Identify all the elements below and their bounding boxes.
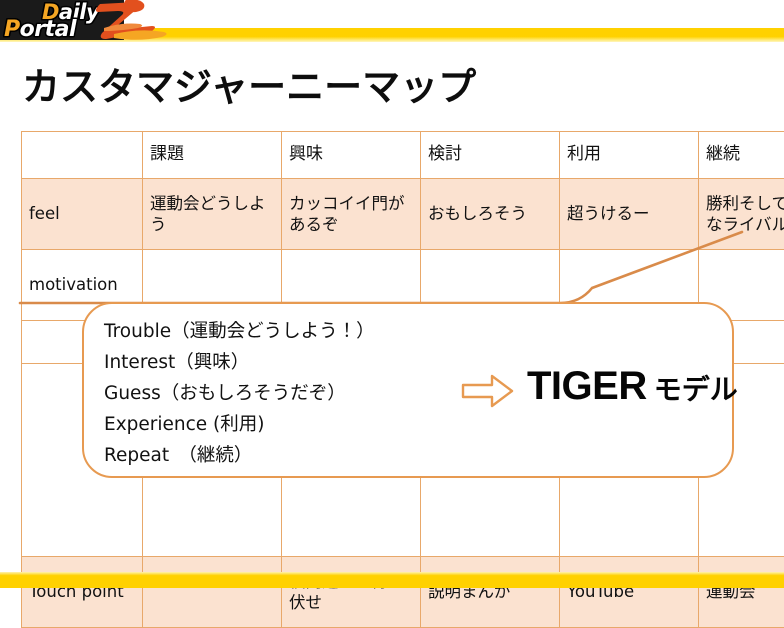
tiger-line-trouble: Trouble（運動会どうしよう！） <box>104 317 434 348</box>
tiger-line-repeat: Repeat （継続） <box>104 441 434 472</box>
table-header-row: 課題 興味 検討 利用 継続 <box>22 132 784 179</box>
tiger-model-name-en: TIGER <box>527 364 647 408</box>
logo-accent-portal: P <box>4 17 20 42</box>
touch-point-cell-3: 説明まんが <box>421 557 560 628</box>
table-row-touch-point: Touch point 校門近くで待ち伏せ 説明まんが YouTube 運動会 <box>22 557 784 628</box>
row-label-touch-point: Touch point <box>22 557 143 628</box>
header-cell-blank <box>22 132 143 179</box>
feel-cell-3: おもしろそう <box>421 179 560 250</box>
logo-z-mark-icon <box>92 0 172 44</box>
header-cell-stage-2: 興味 <box>282 132 421 179</box>
footer-yellow-stripe <box>0 572 784 588</box>
tiger-line-interest: Interest（興味） <box>104 348 434 379</box>
feel-cell-5: 勝利そして新たなライバル <box>699 179 784 250</box>
page-title: カスタマジャーニーマップ <box>22 56 476 111</box>
touch-point-cell-1 <box>143 557 282 628</box>
touch-point-cell-2: 校門近くで待ち伏せ <box>282 557 421 628</box>
row-label-feel: feel <box>22 179 143 250</box>
header-cell-stage-4: 利用 <box>560 132 699 179</box>
header-cell-stage-5: 継続 <box>699 132 784 179</box>
tiger-line-experience: Experience (利用) <box>104 410 434 441</box>
tiger-model-list: Trouble（運動会どうしよう！） Interest（興味） Guess（おも… <box>104 317 434 471</box>
tiger-model-result: TIGERモデル <box>527 364 738 409</box>
logo-accent-daily: D <box>42 0 59 24</box>
tiger-model-callout: Trouble（運動会どうしよう！） Interest（興味） Guess（おも… <box>82 302 734 478</box>
header-cell-stage-3: 検討 <box>421 132 560 179</box>
tiger-model-name-jp: モデル <box>654 373 738 406</box>
feel-cell-1: 運動会どうしよう <box>143 179 282 250</box>
feel-cell-4: 超うけるー <box>560 179 699 250</box>
tiger-line-guess: Guess（おもしろそうだぞ） <box>104 379 434 410</box>
feel-cell-2: カッコイイ門があるぞ <box>282 179 421 250</box>
touch-point-cell-5: 運動会 <box>699 557 784 628</box>
right-arrow-icon <box>460 372 516 410</box>
touch-point-cell-4: YouTube <box>560 557 699 628</box>
header-cell-stage-1: 課題 <box>143 132 282 179</box>
daily-portal-z-logo[interactable]: Daily D Portal P <box>0 0 165 44</box>
site-header-band: Daily D Portal P <box>0 0 784 48</box>
table-row-feel: feel 運動会どうしよう カッコイイ門があるぞ おもしろそう 超うけるー 勝利… <box>22 179 784 250</box>
